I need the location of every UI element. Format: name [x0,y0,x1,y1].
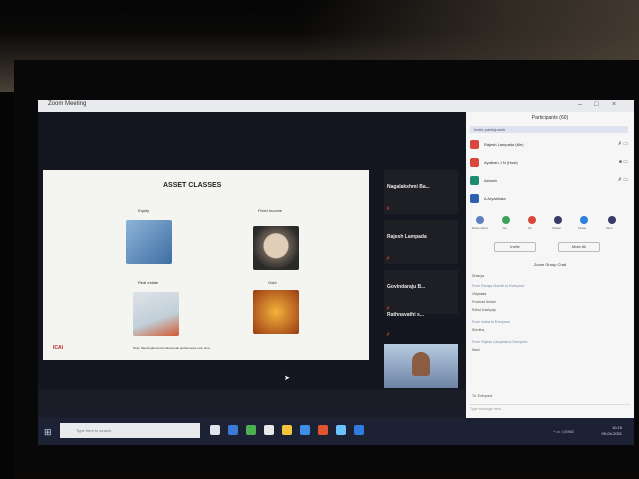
slide-note: Note: Meaningful and fundamental perform… [133,346,211,350]
participant-tile[interactable]: Rajesh Lampada ✗ [384,220,458,264]
chat-message: Mani [472,348,480,352]
reaction-label: Slower [552,226,562,230]
person-figure [412,352,430,376]
participant-avatar [470,140,479,149]
self-video[interactable] [384,344,458,388]
chat-input[interactable]: Type message here... [470,404,630,414]
reaction-label: Yes [502,226,507,230]
video-icon[interactable]: ■ ▭ [619,159,628,165]
tile-name: Govindaraju B... [387,284,426,290]
chat-message: From Indira to Everyone: [472,320,511,324]
meeting-stage: ASSET CLASSES Equity Fixed Income Real e… [38,112,466,412]
no-icon[interactable] [528,216,536,224]
label-gold: Gold [268,280,277,285]
cortana-icon[interactable] [210,425,220,435]
label-real-estate: Real estate [138,280,159,285]
participant-name: Ashwin [484,178,497,183]
close-icon[interactable]: × [612,101,616,108]
chat-message: Prashad Ashah [472,300,496,304]
participant-row[interactable]: Ayathan J N (Host) ■ ▭ [470,156,630,170]
participant-avatar [470,194,479,203]
zoom-taskbar-icon[interactable] [354,425,364,435]
participant-tiles: Nagalakshmi Ba... ✗ Rajesh Lampada ✗ Gov… [384,170,458,406]
reaction-label: More [606,226,613,230]
participant-name: Rajesh Lampada (Me) [484,142,524,147]
minimize-icon[interactable]: – [578,101,582,108]
taskbar-clock[interactable]: 10:15 09-04-2021 [602,425,622,437]
tile-name: Rajesh Lampada [387,234,427,240]
chat-message: Rahul Kashyap [472,308,496,312]
real-estate-image [133,292,179,336]
participant-tile[interactable]: Rathnavathi s... ✗ [384,300,458,340]
participant-name: A Aryabhata [484,196,506,201]
participant-tile[interactable]: Nagalakshmi Ba... ✗ [384,170,458,214]
participant-row[interactable]: Ashwin ✗ ▭ [470,174,630,188]
mouse-cursor: ➤ [284,375,290,382]
raise-hand-icon[interactable] [476,216,484,224]
tile-name: Nagalakshmi Ba... [387,184,430,190]
faster-icon[interactable] [580,216,588,224]
meeting-controls-bar [38,390,466,412]
reaction-label: Faster [578,226,587,230]
yes-icon[interactable] [502,216,510,224]
reaction-row: Raise Hand Yes No Slower Faster More [472,216,628,234]
task-view-icon[interactable] [228,425,238,435]
system-tray[interactable]: ^ ▭ ◁ ENG [553,429,574,434]
chat-header: Zoom Group Chat [533,262,566,267]
participants-header: Participants (60) [531,115,569,121]
monitor-screen: Zoom Meeting – □ × ASSET CLASSES Equity … [38,100,634,445]
reaction-label: Raise Hand [472,226,488,230]
chat-message: Dhanya [472,274,485,278]
participant-row[interactable]: A Aryabhata [470,192,630,206]
mic-icon[interactable]: ✗ ▭ [618,141,628,147]
maximize-icon[interactable]: □ [594,101,598,108]
fixed-income-image [253,226,299,270]
chat-message: Shrutha [472,328,485,332]
label-fixed-income: Fixed Income [258,208,283,213]
participants-panel: Participants (60) Invite participants Ra… [466,112,634,419]
photos-icon[interactable] [336,425,346,435]
app-title: Zoom Meeting [48,101,87,107]
mail-icon[interactable] [318,425,328,435]
chrome-icon[interactable] [264,425,274,435]
muted-mic-icon: ✗ [386,332,391,338]
shared-slide: ASSET CLASSES Equity Fixed Income Real e… [43,170,369,360]
chat-message: From Rajesh Lampada to Everyone: [472,340,529,344]
left-edge-shadow [0,92,14,479]
slide-logo: ICAI [53,345,63,351]
tile-name: Rathnavathi s... [387,312,424,318]
mic-icon[interactable]: ✗ ▭ [618,177,628,183]
chat-message: Vidyalata [472,292,487,296]
more-icon[interactable] [608,216,616,224]
chat-message: From Ramya Suresh to Everyone: [472,284,525,288]
taskbar-search[interactable]: Type here to search [60,423,200,438]
windows-taskbar: ⊞ Type here to search ^ ▭ ◁ ENG 10:15 09… [38,418,634,445]
invite-button[interactable]: Invite [494,242,536,252]
slower-icon[interactable] [554,216,562,224]
mute-all-button[interactable]: Mute All [558,242,600,252]
file-explorer-icon[interactable] [300,425,310,435]
reaction-label: No [528,226,532,230]
clock-date: 09-04-2021 [601,431,622,436]
invite-participants-link[interactable]: Invite participants [470,126,628,133]
equity-image [126,220,172,264]
label-equity: Equity [138,208,150,213]
muted-mic-icon: ✗ [386,256,391,262]
slide-title: ASSET CLASSES [163,182,222,189]
participant-avatar [470,176,479,185]
windows-start-icon[interactable]: ⊞ [44,427,52,438]
muted-mic-icon: ✗ [386,206,391,212]
edge-icon[interactable] [246,425,256,435]
store-icon[interactable] [282,425,292,435]
participant-name: Ayathan J N (Host) [484,160,518,165]
participant-avatar [470,158,479,167]
chat-recipient[interactable]: To: Everyone [472,394,492,398]
gold-image [253,290,299,334]
zoom-titlebar: Zoom Meeting – □ × [38,100,634,112]
participant-row[interactable]: Rajesh Lampada (Me) ✗ ▭ [470,138,630,152]
